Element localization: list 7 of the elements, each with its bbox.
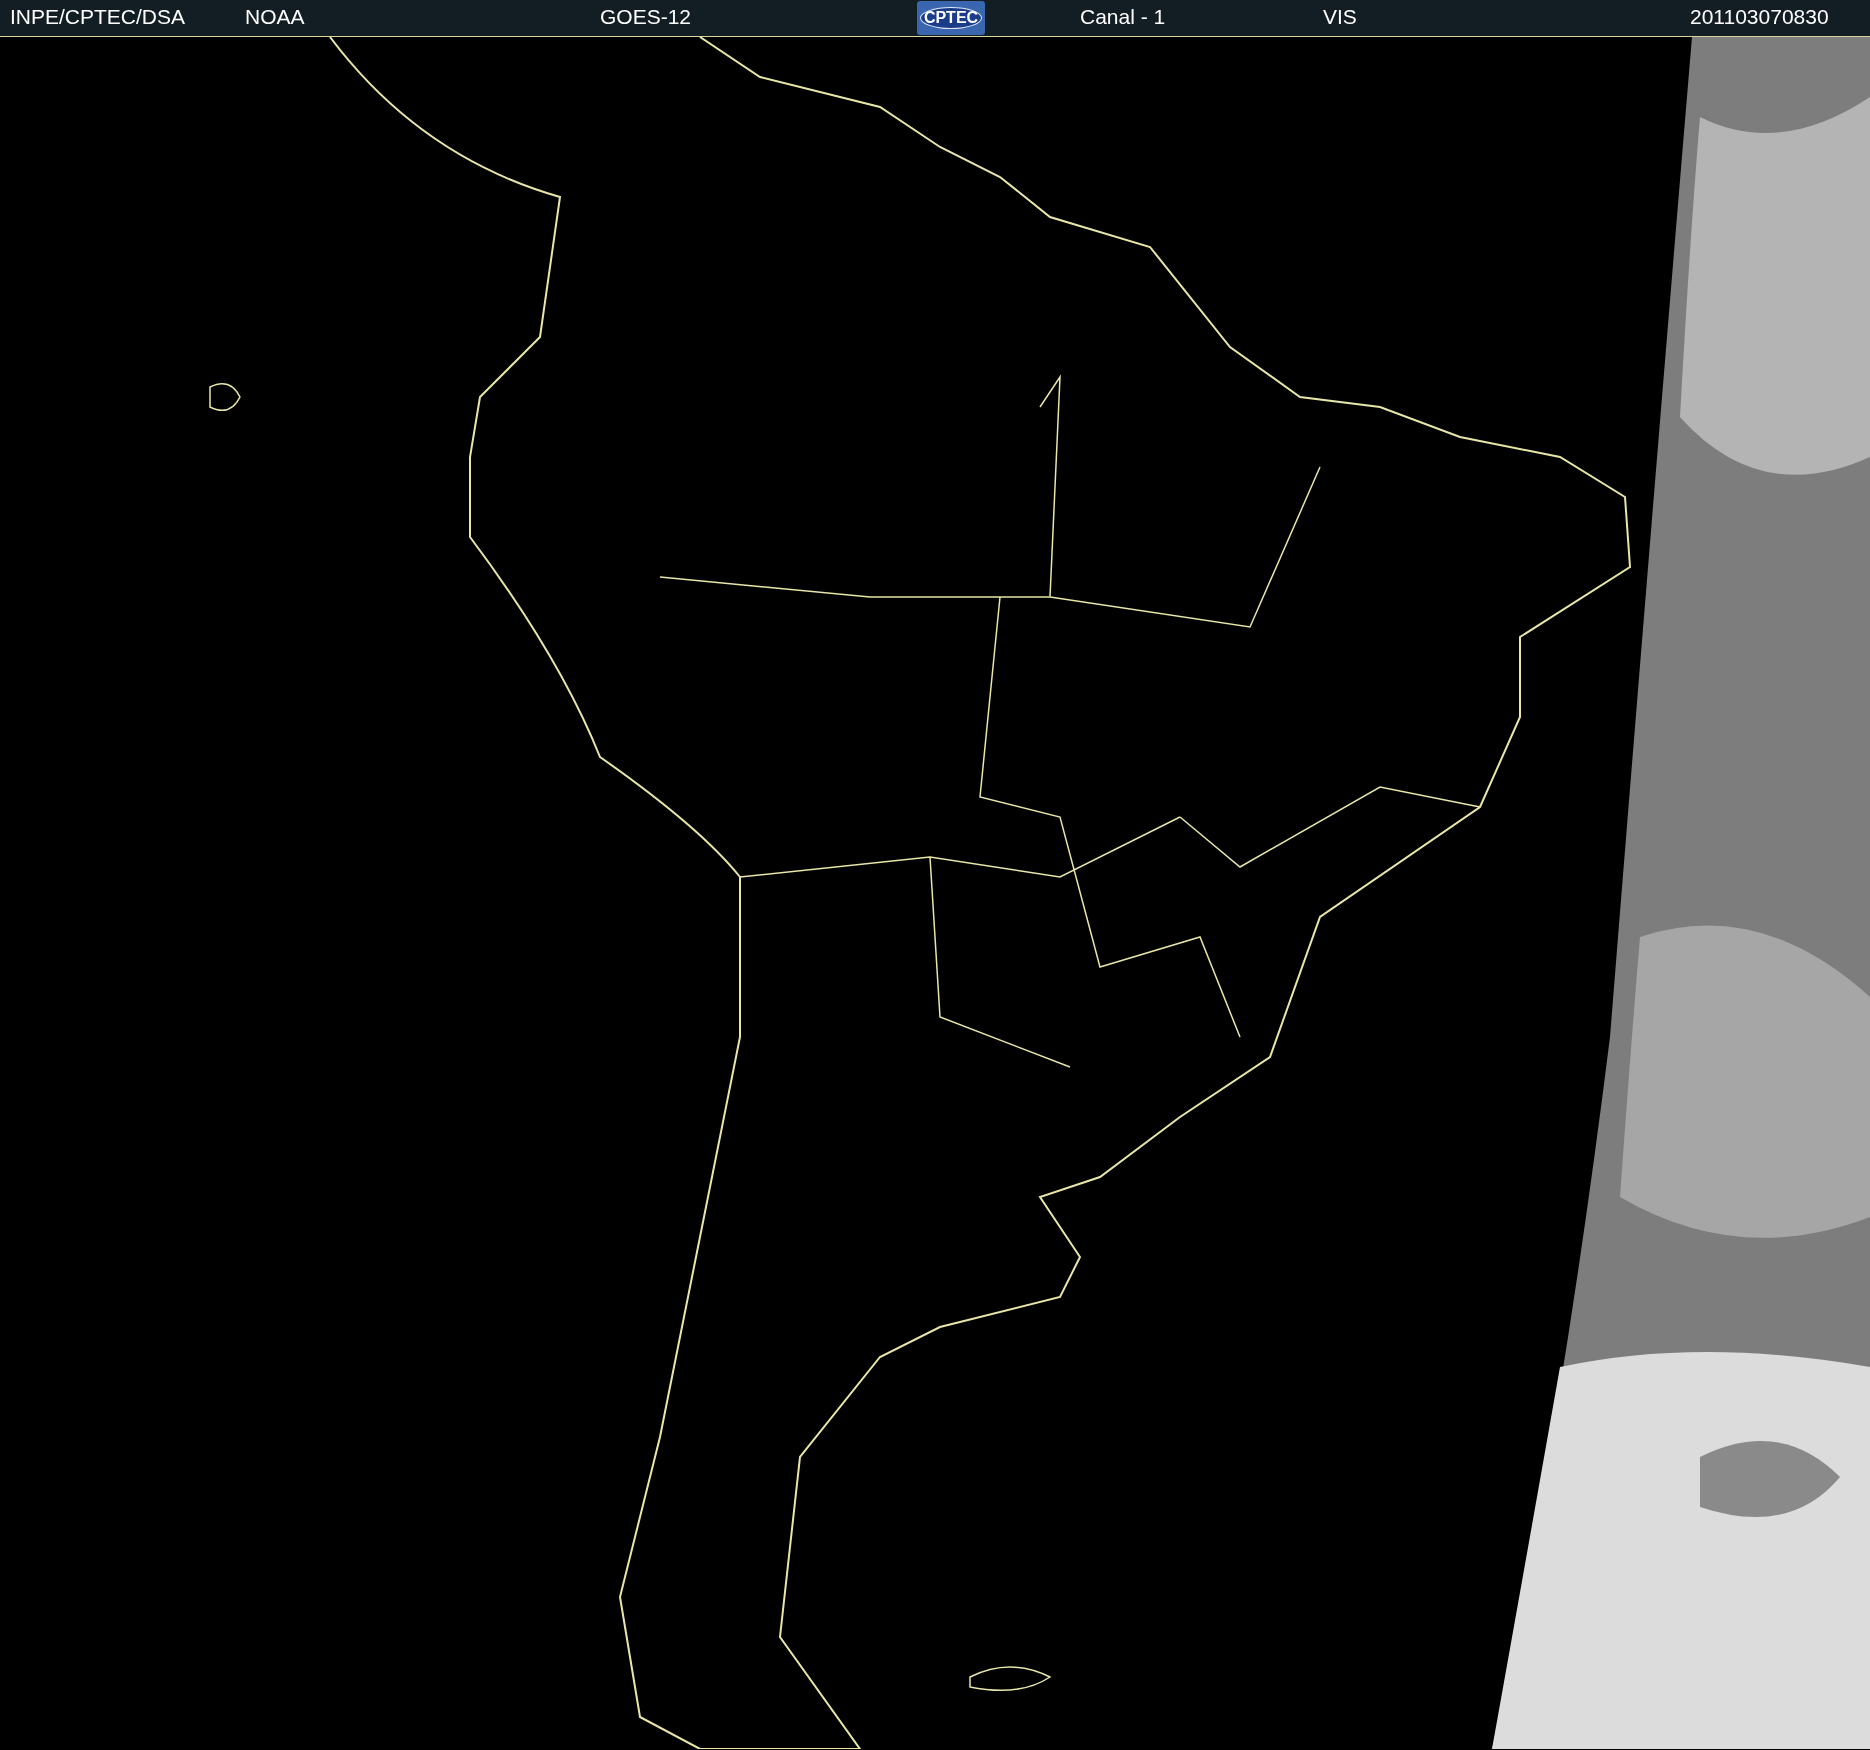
header-label: VIS xyxy=(1323,4,1357,28)
logo: CPTEC xyxy=(917,1,985,35)
header-label: 201103070830 xyxy=(1690,4,1829,28)
header-label: NOAA xyxy=(245,4,305,28)
header-label: GOES-12 xyxy=(600,4,692,28)
header-label: INPE/CPTEC/DSA xyxy=(10,4,186,28)
header-label: Canal - 1 xyxy=(1080,4,1166,28)
